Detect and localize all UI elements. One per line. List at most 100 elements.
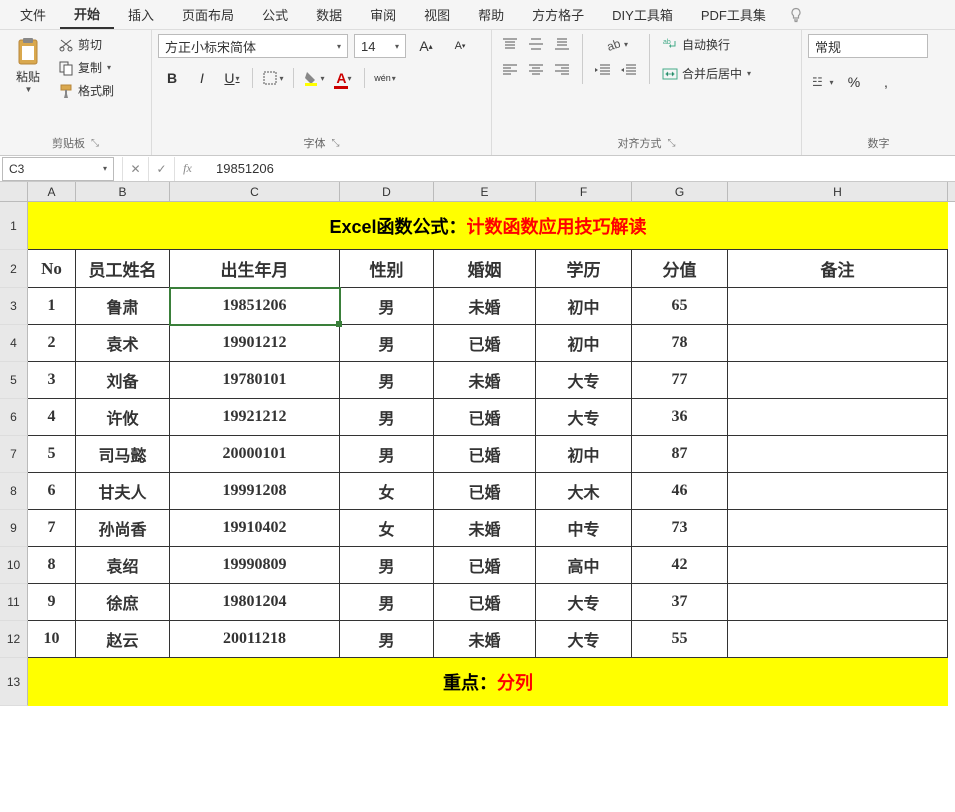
cell[interactable]: 87 (632, 436, 728, 473)
font-size-select[interactable]: 14 ▾ (354, 34, 406, 58)
cell[interactable]: 孙尚香 (76, 510, 170, 547)
cell[interactable]: 20011218 (170, 621, 340, 658)
decrease-font-button[interactable]: A▾ (446, 34, 474, 58)
col-header[interactable]: G (632, 182, 728, 201)
col-header[interactable]: H (728, 182, 948, 201)
cell[interactable]: 未婚 (434, 288, 536, 325)
cell[interactable]: 未婚 (434, 510, 536, 547)
cell[interactable]: 男 (340, 288, 434, 325)
cell[interactable] (728, 510, 948, 547)
cell[interactable] (728, 362, 948, 399)
cell[interactable]: 大专 (536, 621, 632, 658)
italic-button[interactable]: I (188, 66, 216, 90)
cell[interactable]: 已婚 (434, 399, 536, 436)
cell[interactable]: 46 (632, 473, 728, 510)
phonetic-guide-button[interactable]: wén▾ (371, 66, 399, 90)
align-middle-button[interactable] (524, 34, 548, 54)
cell[interactable]: 19780101 (170, 362, 340, 399)
percent-button[interactable]: % (840, 70, 868, 94)
cell[interactable]: 73 (632, 510, 728, 547)
header-cell[interactable]: 分值 (632, 250, 728, 288)
row-header[interactable]: 3 (0, 288, 28, 325)
menu-diy-tools[interactable]: DIY工具箱 (598, 1, 687, 28)
cell[interactable]: 女 (340, 473, 434, 510)
cell[interactable] (728, 621, 948, 658)
row-header[interactable]: 13 (0, 658, 28, 706)
increase-indent-button[interactable] (617, 60, 641, 80)
cell[interactable]: 司马懿 (76, 436, 170, 473)
formula-input[interactable]: 19851206 (200, 157, 955, 181)
cell[interactable]: 37 (632, 584, 728, 621)
cell[interactable]: 许攸 (76, 399, 170, 436)
name-box[interactable]: C3 ▾ (2, 157, 114, 181)
cut-button[interactable]: 剪切 (54, 34, 118, 55)
cell[interactable] (728, 584, 948, 621)
cell[interactable]: 大专 (536, 584, 632, 621)
cell[interactable]: 大木 (536, 473, 632, 510)
cell[interactable]: 78 (632, 325, 728, 362)
cell[interactable]: 甘夫人 (76, 473, 170, 510)
cell[interactable]: 高中 (536, 547, 632, 584)
underline-button[interactable]: U▾ (218, 66, 246, 90)
cell[interactable]: 20000101 (170, 436, 340, 473)
cell[interactable] (728, 473, 948, 510)
cell[interactable]: 5 (28, 436, 76, 473)
borders-button[interactable]: ▾ (259, 66, 287, 90)
cell[interactable]: 男 (340, 325, 434, 362)
menu-insert[interactable]: 插入 (114, 1, 168, 28)
cell[interactable] (728, 288, 948, 325)
cell[interactable]: 已婚 (434, 325, 536, 362)
row-header[interactable]: 12 (0, 621, 28, 658)
cell[interactable]: 已婚 (434, 547, 536, 584)
cell[interactable]: 男 (340, 436, 434, 473)
row-header[interactable]: 9 (0, 510, 28, 547)
cell[interactable]: 中专 (536, 510, 632, 547)
cell[interactable]: 未婚 (434, 362, 536, 399)
dialog-launcher-icon[interactable]: ⤡ (668, 138, 676, 149)
cell[interactable]: 袁绍 (76, 547, 170, 584)
row-header[interactable]: 6 (0, 399, 28, 436)
fill-color-button[interactable]: ▾ (300, 66, 328, 90)
cell[interactable]: 65 (632, 288, 728, 325)
cell[interactable]: 8 (28, 547, 76, 584)
cells-area[interactable]: Excel函数公式：计数函数应用技巧解读 No 员工姓名 出生年月 性别 婚姻 … (28, 202, 948, 706)
menu-page-layout[interactable]: 页面布局 (168, 1, 248, 28)
wrap-text-button[interactable]: ab 自动换行 (658, 34, 755, 55)
cell[interactable]: 赵云 (76, 621, 170, 658)
row-header[interactable]: 4 (0, 325, 28, 362)
menu-review[interactable]: 审阅 (356, 1, 410, 28)
cell[interactable]: 刘备 (76, 362, 170, 399)
row-header[interactable]: 11 (0, 584, 28, 621)
row-header[interactable]: 5 (0, 362, 28, 399)
col-header[interactable]: B (76, 182, 170, 201)
orientation-button[interactable]: ab▾ (604, 34, 628, 54)
menu-file[interactable]: 文件 (6, 1, 60, 28)
align-right-button[interactable] (550, 60, 574, 80)
cell[interactable]: 10 (28, 621, 76, 658)
cell[interactable]: 19910402 (170, 510, 340, 547)
cell[interactable]: 9 (28, 584, 76, 621)
accounting-format-button[interactable]: ☳▾ (808, 70, 836, 94)
header-cell[interactable]: 学历 (536, 250, 632, 288)
cell[interactable]: 女 (340, 510, 434, 547)
cell[interactable]: 55 (632, 621, 728, 658)
select-all-corner[interactable] (0, 182, 28, 201)
align-left-button[interactable] (498, 60, 522, 80)
cancel-formula-button[interactable]: ✕ (122, 157, 148, 181)
copy-button[interactable]: 复制 ▾ (54, 57, 118, 78)
cell[interactable]: 19801204 (170, 584, 340, 621)
cell[interactable]: 男 (340, 621, 434, 658)
cell[interactable]: 男 (340, 547, 434, 584)
cell[interactable]: 19851206 (170, 288, 340, 325)
decrease-indent-button[interactable] (591, 60, 615, 80)
insert-function-button[interactable]: fx (174, 157, 200, 181)
cell[interactable]: 36 (632, 399, 728, 436)
cell[interactable]: 男 (340, 362, 434, 399)
tell-me-icon[interactable] (788, 7, 804, 23)
align-center-button[interactable] (524, 60, 548, 80)
menu-home[interactable]: 开始 (60, 0, 114, 29)
cell[interactable]: 19990809 (170, 547, 340, 584)
font-color-button[interactable]: A▾ (330, 66, 358, 90)
menu-help[interactable]: 帮助 (464, 1, 518, 28)
accept-formula-button[interactable]: ✓ (148, 157, 174, 181)
